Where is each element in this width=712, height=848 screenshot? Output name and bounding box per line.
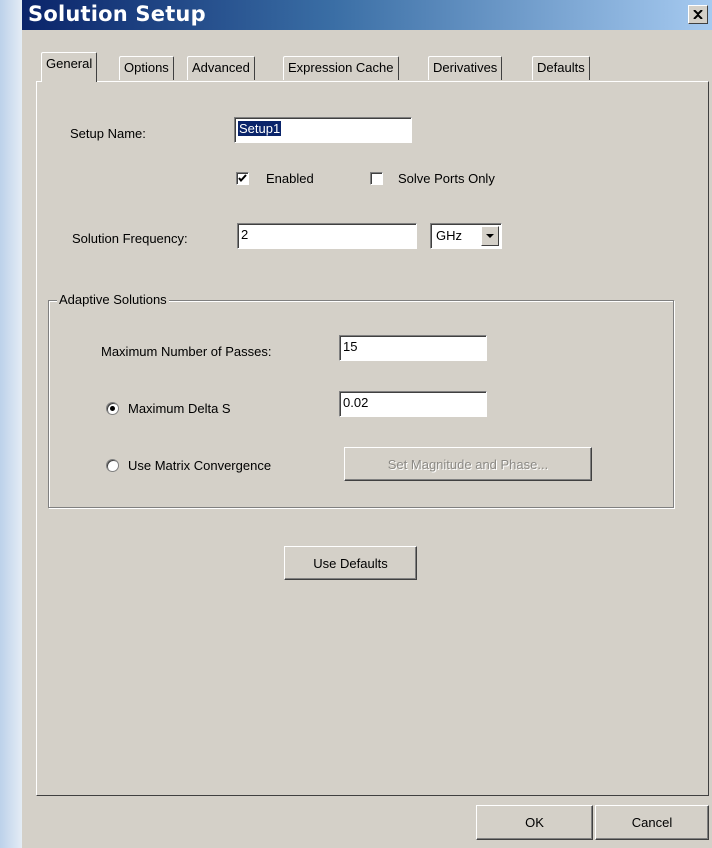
solution-setup-dialog: Solution Setup General Options Advanced … xyxy=(22,0,712,848)
checkmark-icon xyxy=(238,174,247,183)
frequency-unit-select[interactable]: GHz xyxy=(430,223,502,249)
tab-derivatives[interactable]: Derivatives xyxy=(428,56,503,80)
tab-options[interactable]: Options xyxy=(119,56,174,80)
ok-button[interactable]: OK xyxy=(476,805,593,840)
title-bar[interactable]: Solution Setup xyxy=(22,0,712,30)
solution-frequency-input[interactable]: 2 xyxy=(237,223,417,249)
adaptive-solutions-label: Adaptive Solutions xyxy=(57,292,169,307)
setup-name-label: Setup Name: xyxy=(70,126,146,141)
frequency-unit-value: GHz xyxy=(436,228,462,243)
cancel-button[interactable]: Cancel xyxy=(595,805,709,840)
solution-frequency-label: Solution Frequency: xyxy=(72,231,188,246)
tab-advanced[interactable]: Advanced xyxy=(187,56,255,80)
solve-ports-only-checkbox[interactable] xyxy=(370,172,383,185)
setup-name-input[interactable]: Setup1 xyxy=(234,117,412,143)
enabled-label: Enabled xyxy=(266,171,314,186)
max-passes-label: Maximum Number of Passes: xyxy=(101,344,272,359)
setup-name-value: Setup1 xyxy=(238,121,282,136)
tab-expression-cache[interactable]: Expression Cache xyxy=(283,56,399,80)
close-icon xyxy=(693,10,703,19)
matrix-convergence-radio[interactable] xyxy=(106,459,119,472)
max-passes-input[interactable]: 15 xyxy=(339,335,487,361)
use-defaults-button[interactable]: Use Defaults xyxy=(284,546,417,580)
close-button[interactable] xyxy=(688,5,708,24)
max-delta-s-input[interactable]: 0.02 xyxy=(339,391,487,417)
tab-defaults[interactable]: Defaults xyxy=(532,56,590,80)
max-delta-s-label: Maximum Delta S xyxy=(128,401,231,416)
set-magnitude-phase-button[interactable]: Set Magnitude and Phase... xyxy=(344,447,592,481)
window-title: Solution Setup xyxy=(28,2,206,26)
solve-ports-only-label: Solve Ports Only xyxy=(398,171,495,186)
max-delta-s-radio[interactable] xyxy=(106,402,119,415)
tab-general[interactable]: General xyxy=(41,52,98,82)
radio-dot-icon xyxy=(110,406,115,411)
enabled-checkbox[interactable] xyxy=(236,172,249,185)
chevron-down-icon xyxy=(486,234,494,238)
matrix-convergence-label: Use Matrix Convergence xyxy=(128,458,272,473)
dropdown-button[interactable] xyxy=(481,226,499,246)
